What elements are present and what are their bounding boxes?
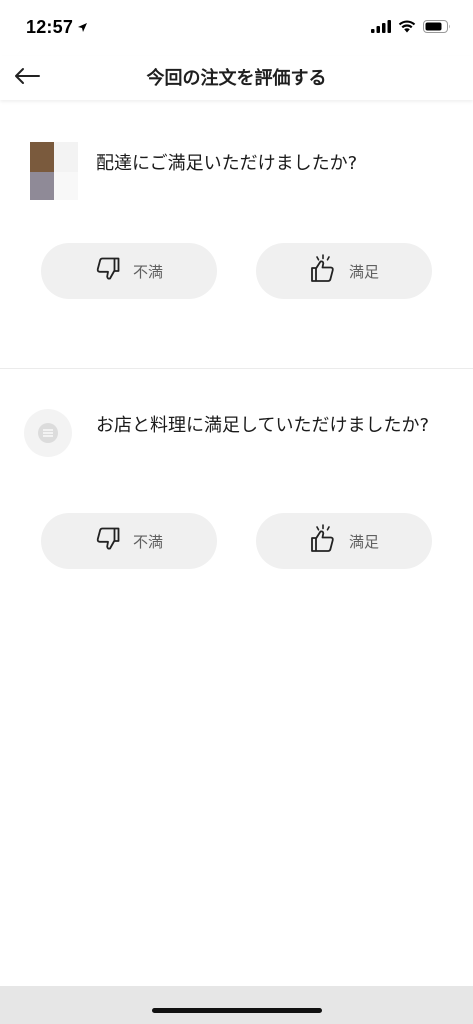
store-question-row: お店と料理に満足していただけましたか?: [24, 408, 449, 457]
store-satisfied-label: 満足: [348, 532, 379, 551]
thumbs-up-sparkle-icon: [309, 524, 337, 558]
courier-satisfied-button[interactable]: 満足: [256, 243, 432, 299]
courier-avatar: [24, 142, 82, 200]
status-time-text: 12:57: [26, 17, 74, 37]
courier-question: 配達にご満足いただけましたか?: [96, 153, 358, 174]
thumbs-down-icon: [95, 526, 121, 556]
courier-dissatisfied-label: 不満: [132, 262, 163, 281]
courier-rating-section: 配達にご満足いただけましたか? 不満 満足: [0, 100, 473, 368]
courier-question-row: 配達にご満足いただけましたか?: [24, 142, 449, 200]
home-indicator-area: [0, 986, 473, 1024]
nav-bar: 今回の注文を評価する: [0, 56, 473, 100]
store-dissatisfied-label: 不満: [132, 532, 163, 551]
thumbs-down-icon: [95, 256, 121, 286]
status-time: 12:57: [26, 17, 88, 38]
status-bar: 12:57: [0, 0, 473, 56]
status-icons: [371, 18, 451, 37]
store-icon: [38, 423, 58, 443]
location-arrow-icon: [77, 17, 88, 38]
store-satisfied-button[interactable]: 満足: [256, 513, 432, 569]
page-title: 今回の注文を評価する: [146, 68, 327, 89]
home-indicator[interactable]: [152, 1008, 322, 1013]
cellular-signal-icon: [371, 18, 391, 37]
battery-icon: [423, 18, 451, 37]
courier-satisfied-label: 満足: [348, 262, 379, 281]
screen: 12:57 今回の注文を評価する 配達にご満足いただけましたか? 不満 満足 お…: [0, 0, 473, 1024]
store-question: お店と料理に満足していただけましたか?: [96, 415, 430, 436]
store-rating-section: お店と料理に満足していただけましたか? 不満 満足: [0, 369, 473, 629]
store-logo: [24, 409, 72, 457]
courier-dissatisfied-button[interactable]: 不満: [41, 243, 217, 299]
wifi-icon: [398, 18, 416, 37]
store-dissatisfied-button[interactable]: 不満: [41, 513, 217, 569]
thumbs-up-sparkle-icon: [309, 254, 337, 288]
